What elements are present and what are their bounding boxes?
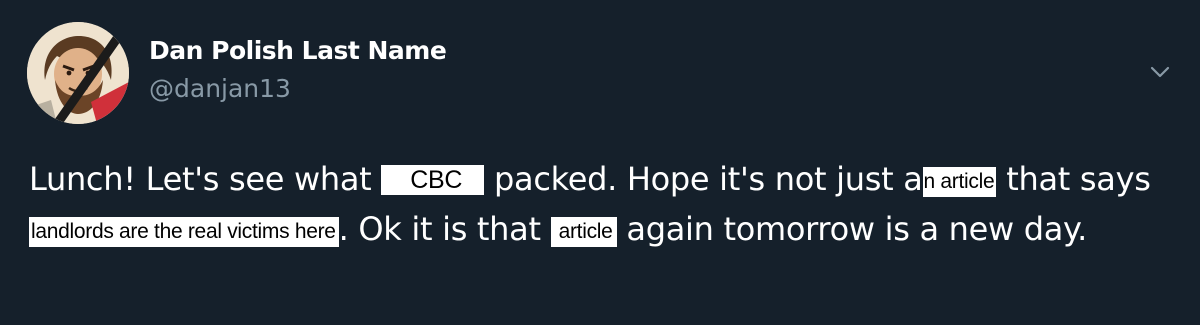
tweet-card: Dan Polish Last Name @danjan13 Lunch! Le… — [0, 0, 1200, 325]
tweet-text-segment: . Ok it is that — [338, 210, 551, 248]
user-handle[interactable]: @danjan13 — [149, 74, 291, 103]
redaction-box: CBC — [381, 165, 485, 195]
tweet-text-segment: that says — [996, 160, 1151, 198]
tweet-text-segment: again tomorrow is a new day. — [616, 210, 1088, 248]
avatar-image — [27, 22, 129, 124]
redaction-box: landlords are the real victims here — [29, 217, 339, 247]
tweet-text-segment: Lunch! Let's see what — [29, 160, 382, 198]
chevron-down-icon — [1150, 66, 1170, 78]
redaction-box: n article — [922, 167, 997, 197]
avatar[interactable] — [27, 22, 129, 124]
more-options-button[interactable] — [1146, 60, 1174, 84]
display-name[interactable]: Dan Polish Last Name — [149, 36, 447, 65]
tweet-text: Lunch! Let's see what CBC packed. Hope i… — [29, 154, 1179, 254]
redaction-box: article — [550, 217, 617, 247]
tweet-text-segment: packed. Hope it's not just a — [484, 160, 923, 198]
